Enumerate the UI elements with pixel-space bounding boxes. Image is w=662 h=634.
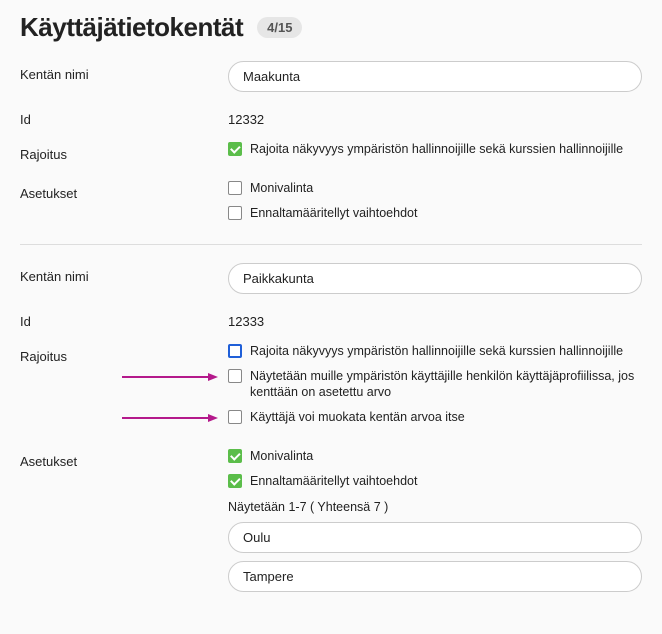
label-settings-2: Asetukset	[20, 448, 228, 469]
field2-showothers-checkbox[interactable]	[228, 369, 242, 383]
page-header: Käyttäjätietokentät 4/15	[20, 12, 642, 43]
label-field-name: Kentän nimi	[20, 61, 228, 82]
field1-predef-label: Ennaltamääritellyt vaihtoehdot	[250, 205, 417, 222]
field2-restrict-checkbox[interactable]	[228, 344, 242, 358]
field1-multi-label: Monivalinta	[250, 180, 313, 197]
field1-id-value: 12332	[228, 106, 642, 127]
divider	[20, 244, 642, 245]
field2-multi-label: Monivalinta	[250, 448, 313, 465]
field1-predef-checkbox[interactable]	[228, 206, 242, 220]
field2-predef-checkbox[interactable]	[228, 474, 242, 488]
field1-name-input[interactable]	[228, 61, 642, 92]
field-group-1: Kentän nimi Id 12332 Rajoitus Rajoita nä…	[20, 61, 642, 230]
option-item[interactable]: Oulu	[228, 522, 642, 553]
field1-restrict-checkbox[interactable]	[228, 142, 242, 156]
field2-showothers-label: Näytetään muille ympäristön käyttäjille …	[250, 368, 642, 402]
page-title: Käyttäjätietokentät	[20, 12, 243, 43]
field2-multi-checkbox[interactable]	[228, 449, 242, 463]
field2-useredit-label: Käyttäjä voi muokata kentän arvoa itse	[250, 409, 465, 426]
field-group-2: Kentän nimi Id 12333 Rajoitus Rajoita nä…	[20, 263, 642, 600]
label-restriction-2: Rajoitus	[20, 343, 228, 364]
arrow-icon	[122, 413, 218, 423]
field1-multi-checkbox[interactable]	[228, 181, 242, 195]
option-item[interactable]: Tampere	[228, 561, 642, 592]
arrow-icon	[122, 372, 218, 382]
options-count: Näytetään 1-7 ( Yhteensä 7 )	[228, 500, 642, 514]
field2-id-value: 12333	[228, 308, 642, 329]
field1-restrict-label: Rajoita näkyvyys ympäristön hallinnoijil…	[250, 141, 623, 158]
label-restriction: Rajoitus	[20, 141, 228, 162]
label-id: Id	[20, 106, 228, 127]
field2-restrict-label: Rajoita näkyvyys ympäristön hallinnoijil…	[250, 343, 623, 360]
field2-name-input[interactable]	[228, 263, 642, 294]
counter-badge: 4/15	[257, 17, 302, 38]
label-id-2: Id	[20, 308, 228, 329]
label-settings: Asetukset	[20, 180, 228, 201]
field2-useredit-checkbox[interactable]	[228, 410, 242, 424]
field2-predef-label: Ennaltamääritellyt vaihtoehdot	[250, 473, 417, 490]
label-field-name-2: Kentän nimi	[20, 263, 228, 284]
